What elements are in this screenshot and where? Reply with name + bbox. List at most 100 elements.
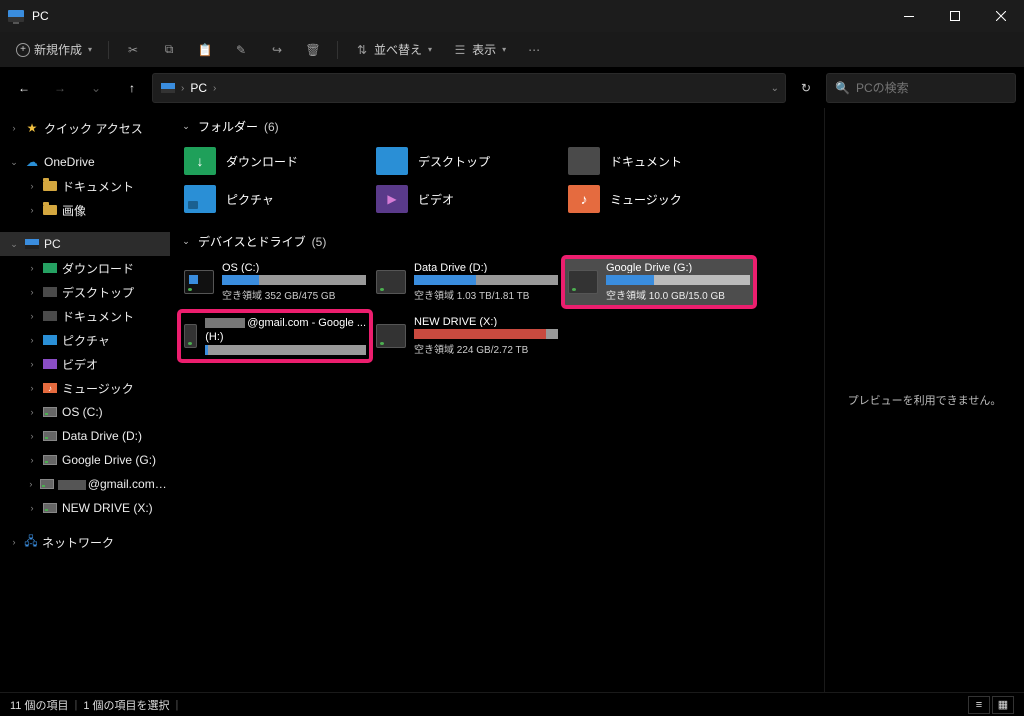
folder-icon	[43, 181, 57, 191]
folder-label: ダウンロード	[226, 153, 298, 170]
addressbar[interactable]: › PC › ⌄	[152, 73, 786, 103]
sidebar-item-label: OneDrive	[44, 155, 95, 169]
status-selected-count: 1 個の項目を選択	[83, 697, 169, 713]
drive-bar	[414, 329, 558, 339]
chevron-right-icon: ›	[26, 407, 38, 417]
group-header-drives[interactable]: ⌄ デバイスとドライブ (5)	[170, 227, 824, 256]
drive-tile[interactable]: Google Drive (G:) 空き領域 10.0 GB/15.0 GB	[564, 258, 754, 306]
breadcrumb-root[interactable]: PC	[190, 81, 207, 95]
sidebar-item[interactable]: ›ダウンロード	[0, 256, 170, 280]
item-icon	[43, 455, 57, 465]
sidebar-item-label: OS (C:)	[62, 405, 103, 419]
star-icon: ★	[24, 120, 40, 136]
item-icon	[43, 503, 57, 513]
sidebar-item-label: ダウンロード	[62, 260, 134, 277]
sidebar-item-label: PC	[44, 237, 61, 251]
delete-button[interactable]: 🗑	[297, 36, 329, 64]
sidebar-item-network[interactable]: › 🖧 ネットワーク	[0, 530, 170, 554]
drive-name: @gmail.com - Google ...	[205, 317, 366, 329]
cut-button[interactable]: ✂	[117, 36, 149, 64]
paste-button[interactable]: 📋	[189, 36, 221, 64]
window-title: PC	[32, 9, 49, 23]
sidebar-item-label: ミュージック	[62, 380, 134, 397]
view-icon: ☰	[452, 42, 468, 58]
sidebar-item[interactable]: ›ビデオ	[0, 352, 170, 376]
drive-name: Google Drive (G:)	[606, 262, 750, 273]
drive-icon	[376, 324, 406, 348]
chevron-down-icon: ⌄	[180, 121, 192, 132]
chevron-right-icon: ›	[26, 503, 38, 513]
folder-tile[interactable]: ドキュメント	[564, 143, 754, 179]
sidebar-item[interactable]: ›Data Drive (D:)	[0, 424, 170, 448]
paste-icon: 📋	[197, 42, 213, 58]
folder-icon	[376, 147, 408, 175]
refresh-button[interactable]: ↻	[790, 73, 822, 103]
search-box[interactable]: 🔍	[826, 73, 1016, 103]
sidebar-item[interactable]: › NEW DRIVE (X:)	[0, 496, 170, 520]
sidebar-item-label: NEW DRIVE (X:)	[62, 501, 153, 515]
copy-button[interactable]: ⧉	[153, 36, 185, 64]
sidebar-item[interactable]: ›画像	[0, 198, 170, 222]
group-header-folders[interactable]: ⌄ フォルダー (6)	[170, 112, 824, 141]
sidebar-item[interactable]: ›Google Drive (G:)	[0, 448, 170, 472]
chevron-down-icon: ▾	[428, 45, 432, 54]
drive-tile[interactable]: Data Drive (D:) 空き領域 1.03 TB/1.81 TB	[372, 258, 562, 306]
chevron-down-icon[interactable]: ⌄	[771, 83, 779, 94]
sort-button[interactable]: ⇅ 並べ替え ▾	[346, 36, 440, 64]
rename-icon: ✎	[233, 42, 249, 58]
sidebar-item-quick-access[interactable]: › ★ クイック アクセス	[0, 116, 170, 140]
maximize-button[interactable]	[932, 0, 978, 32]
drive-icon	[376, 270, 406, 294]
forward-button[interactable]: →	[44, 72, 76, 104]
recent-button[interactable]: ⌄	[80, 72, 112, 104]
separator	[337, 41, 338, 59]
drive-tile[interactable]: @gmail.com - Google ... (H:)	[180, 312, 370, 360]
new-button[interactable]: + 新規作成 ▾	[8, 36, 100, 64]
up-button[interactable]: ↑	[116, 72, 148, 104]
more-button[interactable]: ⋯	[518, 36, 550, 64]
sidebar-item[interactable]: ›ドキュメント	[0, 304, 170, 328]
tiles-view-button[interactable]: ▦	[992, 696, 1014, 714]
sort-icon: ⇅	[354, 42, 370, 58]
chevron-right-icon: ›	[26, 287, 38, 297]
minimize-button[interactable]	[886, 0, 932, 32]
view-button[interactable]: ☰ 表示 ▾	[444, 36, 514, 64]
item-icon	[40, 479, 54, 489]
pc-icon	[25, 239, 39, 249]
sidebar-item[interactable]: ›@gmail.com - Goog	[0, 472, 170, 496]
folder-tile[interactable]: ダウンロード	[180, 143, 370, 179]
drive-subname: (H:)	[205, 331, 366, 343]
sidebar-item-label: 画像	[62, 202, 86, 219]
pc-icon	[8, 10, 24, 22]
sidebar-item[interactable]: › OS (C:)	[0, 400, 170, 424]
folder-label: ミュージック	[610, 191, 682, 208]
drive-bar	[606, 275, 750, 285]
share-button[interactable]: ↪	[261, 36, 293, 64]
folder-tile[interactable]: ミュージック	[564, 181, 754, 217]
pc-icon	[161, 83, 175, 93]
copy-icon: ⧉	[161, 42, 177, 58]
search-input[interactable]	[856, 81, 1007, 95]
sidebar-item-pc[interactable]: ⌄ PC	[0, 232, 170, 256]
chevron-right-icon: ›	[26, 359, 38, 369]
chevron-down-icon: ▾	[88, 45, 92, 54]
sidebar-item-onedrive[interactable]: ⌄ ☁ OneDrive	[0, 150, 170, 174]
preview-message: プレビューを利用できません。	[848, 392, 1002, 408]
details-view-button[interactable]: ≡	[968, 696, 990, 714]
item-icon	[43, 335, 57, 345]
sidebar-item[interactable]: ›ピクチャ	[0, 328, 170, 352]
sidebar-item[interactable]: ›ドキュメント	[0, 174, 170, 198]
folder-tile[interactable]: デスクトップ	[372, 143, 562, 179]
chevron-right-icon: ›	[26, 431, 38, 441]
drive-tile[interactable]: OS (C:) 空き領域 352 GB/475 GB	[180, 258, 370, 306]
rename-button[interactable]: ✎	[225, 36, 257, 64]
network-icon: 🖧	[24, 535, 38, 549]
back-button[interactable]: ←	[8, 72, 40, 104]
drive-tile[interactable]: NEW DRIVE (X:) 空き領域 224 GB/2.72 TB	[372, 312, 562, 360]
folder-tile[interactable]: ピクチャ	[180, 181, 370, 217]
sidebar-item[interactable]: ›ミュージック	[0, 376, 170, 400]
folder-tile[interactable]: ビデオ	[372, 181, 562, 217]
close-button[interactable]	[978, 0, 1024, 32]
sidebar-item[interactable]: ›デスクトップ	[0, 280, 170, 304]
main-content: ⌄ フォルダー (6) ダウンロード デスクトップドキュメントピクチャビデオ ミュー…	[170, 108, 824, 692]
